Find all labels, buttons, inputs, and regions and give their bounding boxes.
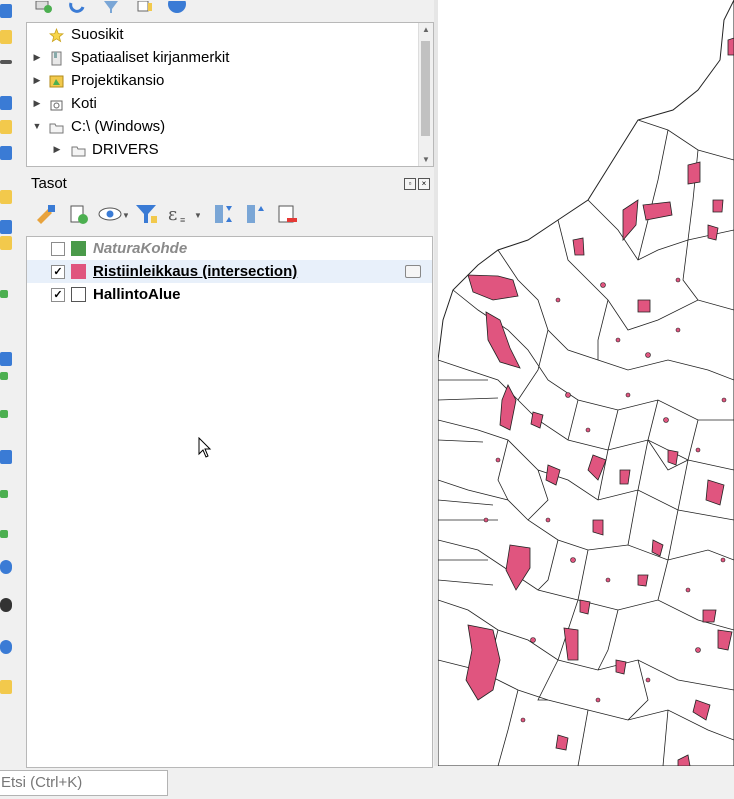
chevron-down-icon[interactable]: ▼: [32, 115, 42, 138]
tool-icon[interactable]: [0, 372, 8, 380]
locator-search-input[interactable]: Etsi (Ctrl+K): [0, 770, 168, 796]
tool-icon[interactable]: [0, 530, 8, 538]
layer-visibility-checkbox[interactable]: ✓: [51, 265, 65, 279]
left-tools-strip: [0, 0, 22, 770]
layers-toolbar: ▼ ε ≡ ▼: [30, 200, 430, 230]
collapse-all-icon[interactable]: [244, 202, 268, 226]
drive-icon: [49, 119, 64, 134]
map-drawing: [438, 0, 734, 766]
map-canvas[interactable]: [438, 0, 734, 766]
layer-name: Ristiinleikkaus (intersection): [93, 263, 298, 280]
temporary-layer-icon[interactable]: [405, 265, 421, 278]
chevron-right-icon[interactable]: ▶: [52, 138, 62, 161]
tool-icon[interactable]: [0, 450, 12, 464]
tool-icon[interactable]: [0, 4, 12, 18]
layer-symbol-swatch[interactable]: [71, 264, 86, 279]
tool-icon[interactable]: [0, 190, 12, 204]
tool-icon[interactable]: [0, 30, 12, 44]
layer-symbol-swatch[interactable]: [71, 241, 86, 256]
status-bar: Etsi (Ctrl+K): [0, 768, 734, 799]
star-icon: [48, 27, 65, 43]
tool-icon[interactable]: [0, 680, 12, 694]
bookmark-icon: [49, 50, 64, 66]
layer-row-ristiinleikkaus[interactable]: ✓ Ristiinleikkaus (intersection): [27, 260, 432, 283]
filter-legend-icon[interactable]: [134, 202, 158, 226]
tool-icon[interactable]: [0, 146, 12, 160]
layer-row-naturakohde[interactable]: NaturaKohde: [27, 237, 432, 260]
layer-name: HallintoAlue: [93, 286, 181, 303]
chevron-right-icon[interactable]: ▶: [32, 92, 42, 115]
tool-icon[interactable]: [0, 560, 12, 574]
remove-layer-icon[interactable]: [276, 202, 300, 226]
svg-text:ε: ε: [168, 204, 177, 225]
layer-name: NaturaKohde: [93, 240, 188, 257]
expression-filter-icon[interactable]: ε ≡ ▼: [166, 202, 202, 226]
svg-text:▼: ▼: [122, 211, 128, 220]
tool-icon[interactable]: [0, 60, 12, 64]
tool-icon[interactable]: [0, 290, 8, 298]
help-icon[interactable]: [168, 0, 186, 13]
browser-scrollbar[interactable]: ▲ ▼: [418, 23, 433, 166]
layer-visibility-checkbox[interactable]: ✓: [51, 288, 65, 302]
folder-icon: [71, 142, 86, 157]
chevron-right-icon[interactable]: ▶: [32, 46, 42, 69]
style-manager-icon[interactable]: [34, 202, 58, 226]
add-layer-icon[interactable]: [34, 0, 52, 13]
layer-symbol-swatch[interactable]: [71, 287, 86, 302]
chevron-right-icon[interactable]: ▶: [32, 69, 42, 92]
tool-icon[interactable]: [0, 220, 12, 234]
layer-row-hallintoalue[interactable]: ✓ HallintoAlue: [27, 283, 432, 306]
scrollbar-thumb[interactable]: [421, 41, 430, 136]
scroll-down-icon[interactable]: ▼: [422, 155, 430, 164]
layers-panel-title: Tasot: [31, 175, 67, 192]
tool-icon[interactable]: [0, 410, 8, 418]
expand-all-icon[interactable]: [212, 202, 236, 226]
browser-toolbar: [26, 0, 436, 18]
svg-text:▼: ▼: [194, 211, 200, 220]
svg-text:≡: ≡: [180, 215, 185, 225]
float-panel-icon[interactable]: ▫: [404, 178, 416, 190]
layer-visibility-checkbox[interactable]: [51, 242, 65, 256]
tool-icon[interactable]: [0, 120, 12, 134]
collapse-icon[interactable]: [136, 0, 154, 12]
tool-icon[interactable]: [0, 96, 12, 110]
tool-icon[interactable]: [0, 490, 8, 498]
panel-buttons: ▫ ×: [404, 178, 432, 190]
visibility-eye-icon[interactable]: ▼: [98, 202, 130, 226]
filter-icon[interactable]: [102, 0, 120, 13]
scroll-up-icon[interactable]: ▲: [422, 25, 430, 34]
close-icon[interactable]: ×: [418, 178, 430, 190]
project-folder-icon: [49, 73, 64, 88]
tool-icon[interactable]: [0, 352, 12, 366]
layers-tree: NaturaKohde ✓ Ristiinleikkaus (intersect…: [26, 236, 433, 768]
home-icon: [49, 96, 64, 111]
refresh-icon[interactable]: [68, 0, 86, 13]
browser-tree: Suosikit ▶ Spatiaaliset kirjanmerkit ▶ P…: [26, 22, 434, 167]
mouse-cursor-icon: [198, 437, 212, 458]
tool-icon[interactable]: [0, 598, 12, 612]
add-group-icon[interactable]: [66, 202, 90, 226]
tool-icon[interactable]: [0, 640, 12, 654]
tool-icon[interactable]: [0, 236, 12, 250]
